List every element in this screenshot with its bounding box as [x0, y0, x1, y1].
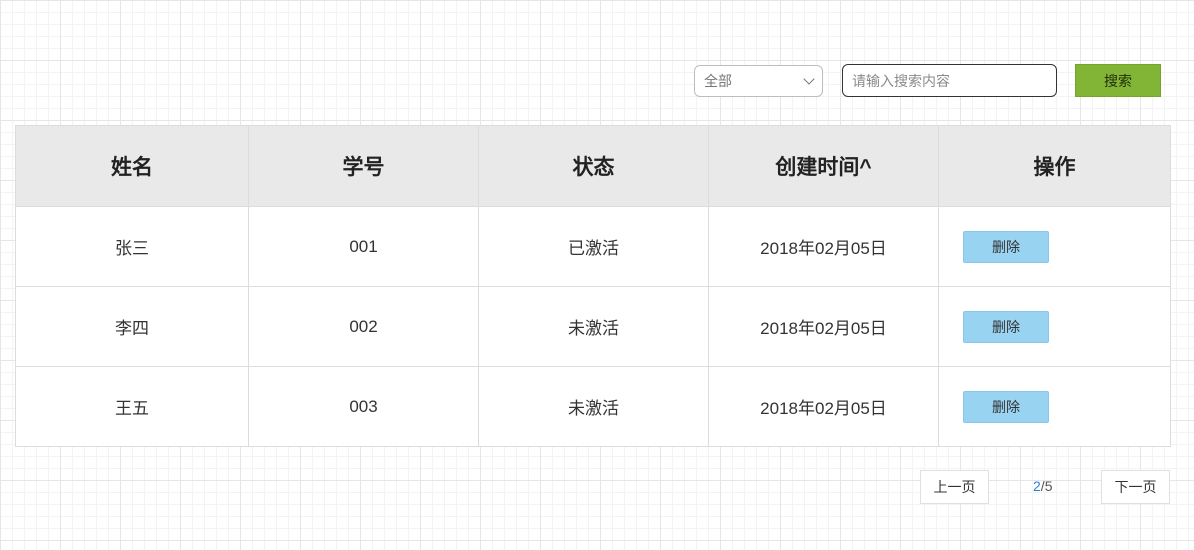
cell-id: 002	[248, 287, 478, 366]
delete-button[interactable]: 删除	[963, 230, 1049, 263]
table-header-row: 姓名 学号 状态 创建时间^ 操作	[16, 126, 1170, 206]
page-indicator: 2/5	[1033, 478, 1052, 494]
table-row: 张三 001 已激活 2018年02月05日 删除	[16, 206, 1170, 286]
column-header-created-sort[interactable]: 创建时间^	[708, 126, 938, 206]
cell-id: 001	[248, 207, 478, 286]
cell-name: 张三	[115, 239, 149, 258]
next-page-button[interactable]: 下一页	[1101, 470, 1170, 504]
status-filter-select[interactable]: 全部	[694, 65, 823, 97]
column-header-name: 姓名	[111, 156, 153, 179]
cell-action: 删除	[938, 207, 1170, 286]
table-row: 李四 002 未激活 2018年02月05日 删除	[16, 286, 1170, 366]
total-pages: 5	[1044, 478, 1053, 494]
cell-created: 2018年02月05日	[708, 207, 938, 286]
student-table: 姓名 学号 状态 创建时间^ 操作 张三 001 已激活 2018年02月05日…	[15, 125, 1171, 447]
cell-created: 2018年02月05日	[708, 367, 938, 446]
delete-button[interactable]: 删除	[963, 310, 1049, 343]
table-row: 王五 003 未激活 2018年02月05日 删除	[16, 366, 1170, 446]
column-header-id: 学号	[248, 126, 478, 206]
cell-status: 未激活	[478, 287, 708, 366]
cell-status: 未激活	[478, 367, 708, 446]
cell-name: 王五	[115, 399, 149, 418]
current-page: 2	[1033, 478, 1041, 494]
search-button[interactable]: 搜索	[1075, 64, 1161, 97]
search-input[interactable]	[842, 64, 1057, 97]
cell-id: 003	[248, 367, 478, 446]
column-header-action: 操作	[938, 126, 1170, 206]
delete-button[interactable]: 删除	[963, 390, 1049, 423]
cell-created: 2018年02月05日	[708, 287, 938, 366]
cell-status: 已激活	[478, 207, 708, 286]
cell-action: 删除	[938, 367, 1170, 446]
cell-action: 删除	[938, 287, 1170, 366]
column-header-status: 状态	[478, 126, 708, 206]
prev-page-button[interactable]: 上一页	[920, 470, 989, 504]
status-filter-value: 全部	[704, 73, 732, 89]
cell-name: 李四	[115, 319, 149, 338]
chevron-down-icon	[803, 73, 815, 85]
